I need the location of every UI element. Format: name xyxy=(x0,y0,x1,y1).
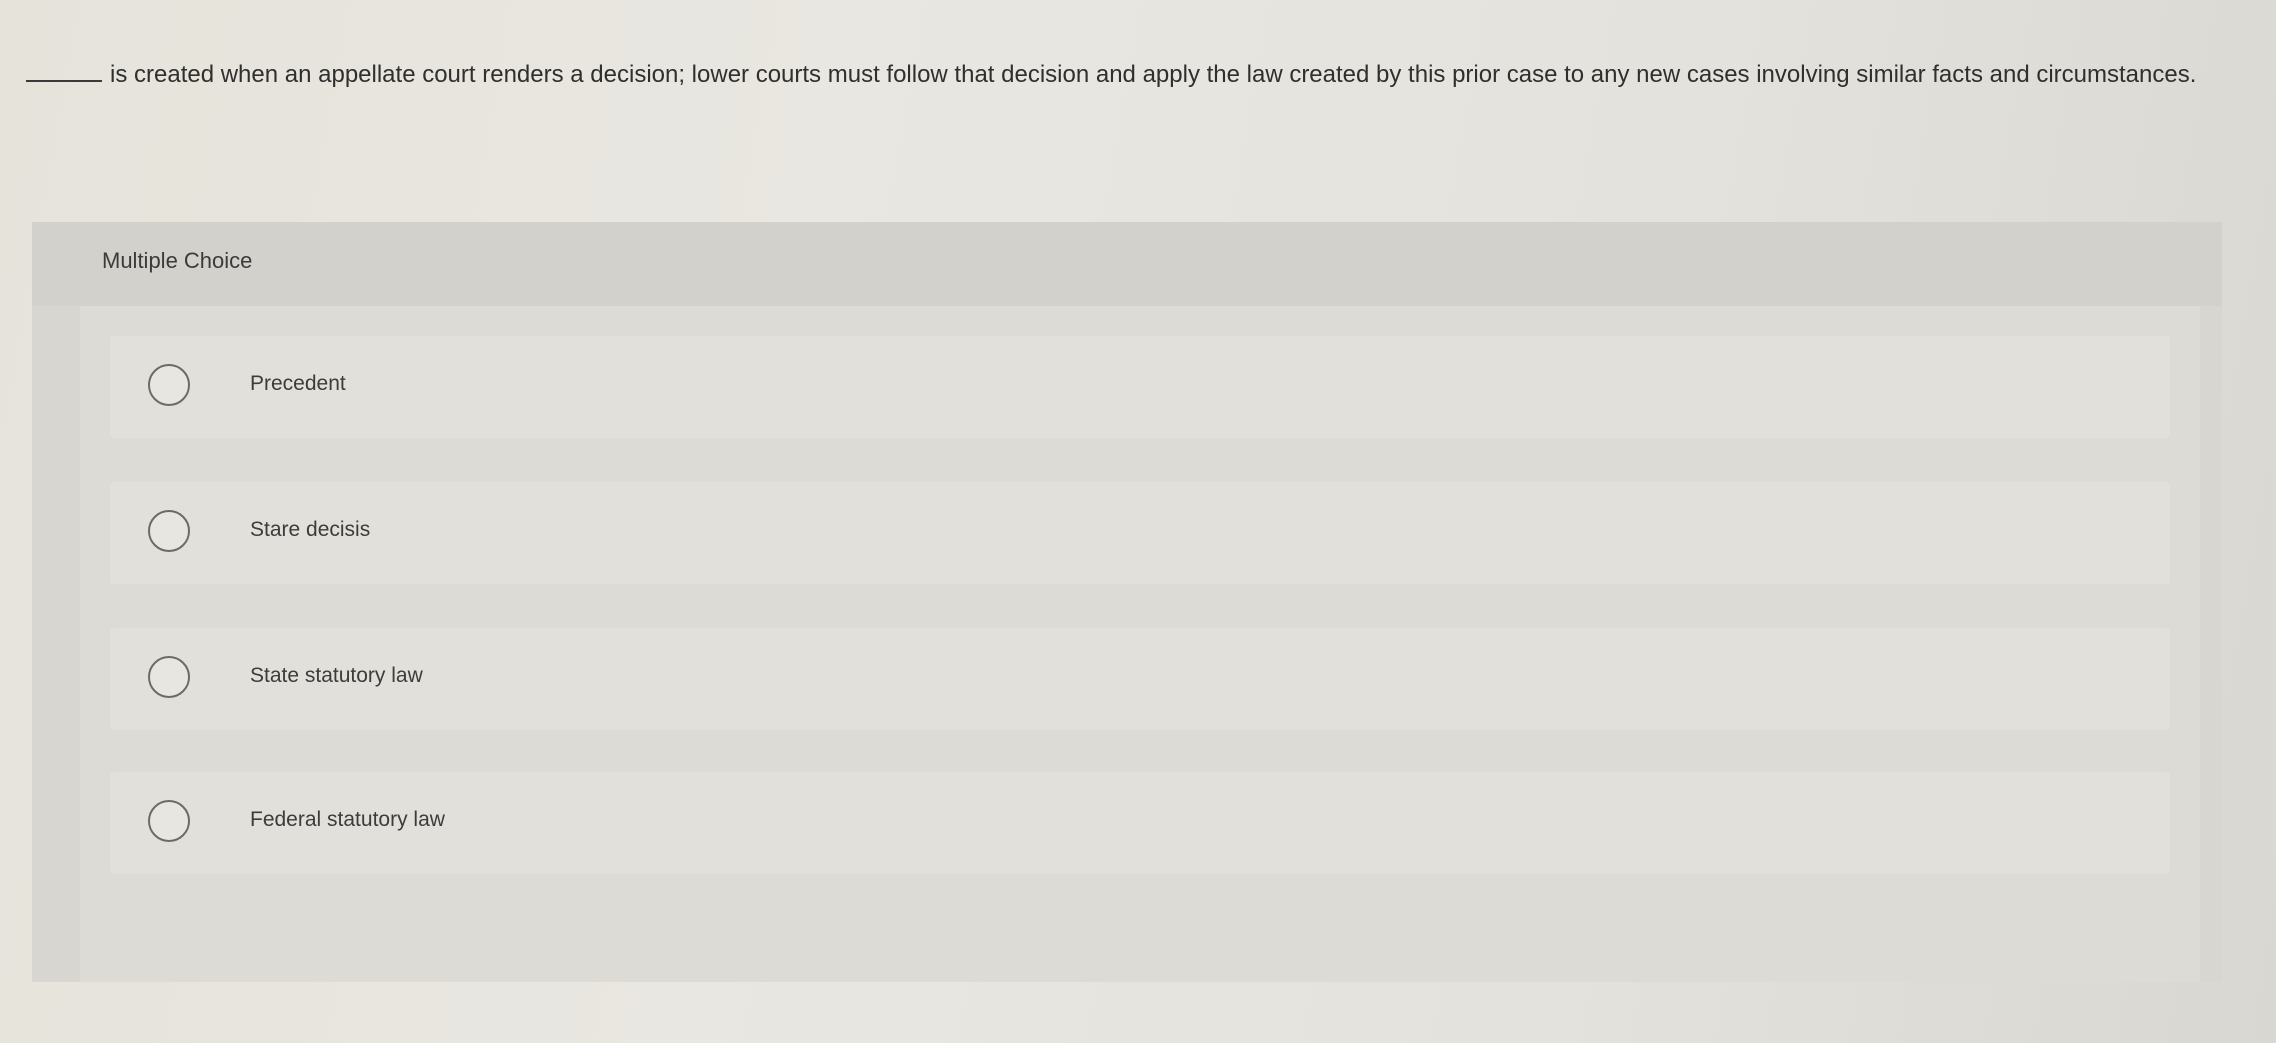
option-label: Federal statutory law xyxy=(250,808,445,831)
option-precedent[interactable]: Precedent xyxy=(110,336,2170,438)
option-state-statutory-law[interactable]: State statutory law xyxy=(110,628,2170,730)
question-prompt: is created when an appellate court rende… xyxy=(26,60,2226,90)
multiple-choice-header: Multiple Choice xyxy=(32,222,2222,306)
options-list: Precedent Stare decisis State statutory … xyxy=(80,306,2200,982)
radio-button-icon[interactable] xyxy=(148,510,190,552)
radio-button-icon[interactable] xyxy=(148,656,190,698)
multiple-choice-label: Multiple Choice xyxy=(102,248,253,273)
radio-button-icon[interactable] xyxy=(148,364,190,406)
option-stare-decisis[interactable]: Stare decisis xyxy=(110,482,2170,584)
option-label: State statutory law xyxy=(250,664,423,687)
option-federal-statutory-law[interactable]: Federal statutory law xyxy=(110,772,2170,874)
multiple-choice-panel: Multiple Choice Precedent Stare decisis … xyxy=(32,222,2222,982)
option-label: Stare decisis xyxy=(250,518,371,541)
radio-button-icon[interactable] xyxy=(148,800,190,842)
answer-blank xyxy=(26,62,102,82)
question-text: is created when an appellate court rende… xyxy=(110,61,2197,88)
option-label: Precedent xyxy=(250,372,346,395)
